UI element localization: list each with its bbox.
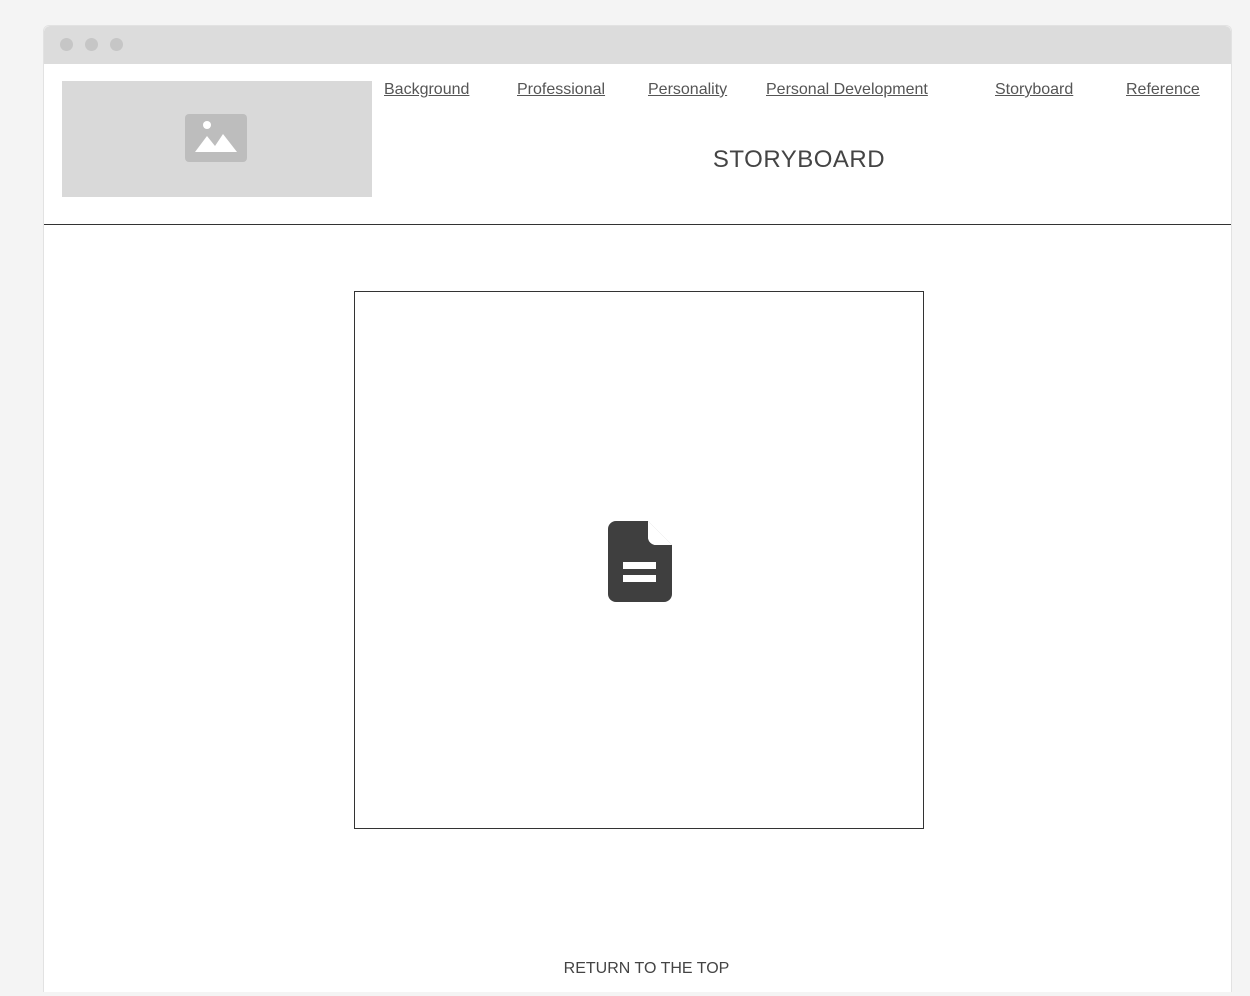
storyboard-content-box bbox=[354, 291, 924, 829]
nav-link-professional[interactable]: Professional bbox=[517, 81, 605, 99]
nav-link-background[interactable]: Background bbox=[384, 81, 469, 99]
header-divider bbox=[44, 224, 1231, 225]
return-to-top-link[interactable]: RETURN TO THE TOP bbox=[44, 960, 1231, 978]
nav-link-storyboard[interactable]: Storyboard bbox=[995, 81, 1073, 99]
nav-link-personal-development[interactable]: Personal Development bbox=[766, 81, 928, 99]
page-title: STORYBOARD bbox=[712, 146, 886, 173]
window-dot-icon bbox=[110, 38, 123, 51]
nav-link-personality[interactable]: Personality bbox=[648, 81, 727, 99]
logo-placeholder bbox=[62, 81, 372, 197]
window-dot-icon bbox=[85, 38, 98, 51]
window-titlebar bbox=[44, 26, 1231, 64]
nav-link-reference[interactable]: Reference bbox=[1126, 81, 1200, 99]
image-placeholder-icon bbox=[185, 114, 247, 162]
window-dot-icon bbox=[60, 38, 73, 51]
browser-window: Background Professional Personality Pers… bbox=[43, 25, 1232, 992]
document-icon bbox=[608, 521, 672, 602]
